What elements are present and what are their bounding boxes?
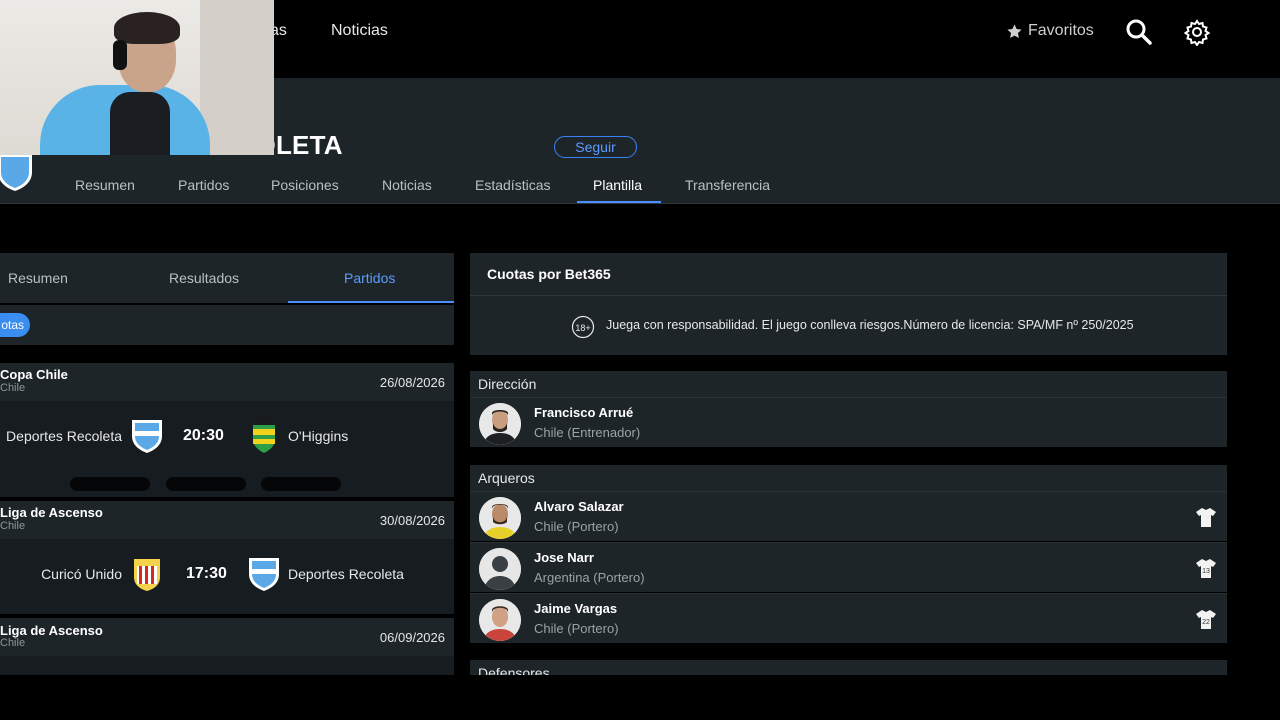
age-restriction-icon: 18+ (571, 315, 595, 339)
competition-country: Chile (0, 520, 26, 532)
tab-statistics[interactable]: Estadísticas (475, 177, 550, 193)
subtab-summary[interactable]: Resumen (8, 270, 68, 286)
letterbox-bottom (0, 675, 1280, 720)
svg-text:18+: 18+ (575, 323, 590, 333)
competition-country: Chile (0, 382, 26, 394)
subtab-fixtures[interactable]: Partidos (344, 270, 395, 286)
match-date: 26/08/2026 (379, 375, 445, 390)
tab-news[interactable]: Noticias (382, 177, 432, 193)
ohiggins-crest-icon (253, 418, 275, 453)
section-header: Dirección (470, 371, 1227, 397)
squad-member-row[interactable]: Jaime Vargas Chile (Portero) 22 (470, 593, 1227, 643)
search-icon[interactable] (1125, 18, 1153, 46)
tab-summary[interactable]: Resumen (75, 177, 135, 193)
kickoff-time: 17:30 (186, 565, 227, 582)
avatar (479, 599, 521, 641)
avatar-placeholder (479, 548, 521, 590)
member-name: Jaime Vargas (534, 601, 618, 616)
deportes-recoleta-crest-icon (249, 558, 279, 591)
tab-standings[interactable]: Posiciones (271, 177, 339, 193)
home-team-name: Curicó Unido (41, 566, 122, 582)
member-name: Alvaro Salazar (534, 499, 624, 514)
avatar (479, 497, 521, 539)
tab-transfers[interactable]: Transferencia (685, 177, 770, 193)
competition-name: Liga de Ascenso (0, 505, 103, 520)
away-team-name: O'Higgins (288, 428, 349, 444)
svg-text:22: 22 (1202, 619, 1210, 626)
filter-chip[interactable]: otas (0, 313, 30, 337)
odds-title: Cuotas por Bet365 (487, 266, 611, 282)
team-crest-icon (0, 154, 32, 191)
odds-placeholder (261, 477, 341, 491)
subtab-results[interactable]: Resultados (169, 270, 239, 286)
webcam-overlay (0, 0, 274, 155)
nav-item-news[interactable]: Noticias (331, 22, 388, 40)
member-name: Francisco Arrué (534, 405, 634, 420)
away-team-name: Deportes Recoleta (288, 566, 404, 582)
favorites-label: Favoritos (1028, 22, 1094, 39)
svg-text:13: 13 (1202, 568, 1210, 575)
home-team-name: Deportes Recoleta (6, 428, 122, 444)
gear-icon[interactable] (1183, 18, 1211, 46)
squad-member-row[interactable]: Alvaro Salazar Chile (Portero) (470, 491, 1227, 541)
matches-panel: Resumen Resultados Partidos otas Copa Ch… (0, 253, 454, 675)
tab-squad[interactable]: Plantilla (593, 177, 642, 193)
tab-matches[interactable]: Partidos (178, 177, 229, 193)
curico-unido-crest-icon (134, 559, 160, 591)
squad-member-row[interactable]: Francisco Arrué Chile (Entrenador) (470, 397, 1227, 447)
jersey-icon: 13 (1196, 559, 1216, 578)
avatar (479, 403, 521, 445)
active-subtab-indicator (288, 301, 454, 303)
section-header: Arqueros (470, 465, 1227, 491)
jersey-icon: 22 (1196, 610, 1216, 629)
member-info: Chile (Entrenador) (534, 425, 641, 440)
section-title: Dirección (478, 376, 537, 392)
star-icon (1007, 23, 1022, 38)
member-info: Argentina (Portero) (534, 570, 645, 585)
follow-button[interactable]: Seguir (554, 136, 637, 158)
active-tab-indicator (577, 201, 661, 203)
match-date: 30/08/2026 (379, 513, 445, 528)
odds-placeholder (166, 477, 246, 491)
competition-country: Chile (0, 637, 26, 649)
jersey-icon (1196, 508, 1216, 527)
match-date: 06/09/2026 (379, 630, 445, 645)
odds-panel: Cuotas por Bet365 18+ Juega con responsa… (470, 253, 1227, 355)
deportes-recoleta-crest-icon (132, 420, 162, 453)
section-title: Arqueros (478, 470, 535, 486)
squad-member-row[interactable]: Jose Narr Argentina (Portero) 13 (470, 542, 1227, 592)
divider (470, 295, 1227, 296)
filter-bar (0, 305, 454, 345)
competition-name: Copa Chile (0, 367, 68, 382)
odds-placeholder (70, 477, 150, 491)
responsible-gambling-notice: Juega con responsabilidad. El juego conl… (606, 318, 1134, 332)
member-info: Chile (Portero) (534, 621, 619, 636)
favorites-link[interactable]: Favoritos (1006, 22, 1094, 40)
member-name: Jose Narr (534, 550, 594, 565)
competition-name: Liga de Ascenso (0, 623, 103, 638)
kickoff-time: 20:30 (183, 427, 224, 444)
match-row[interactable] (0, 656, 454, 675)
member-info: Chile (Portero) (534, 519, 619, 534)
